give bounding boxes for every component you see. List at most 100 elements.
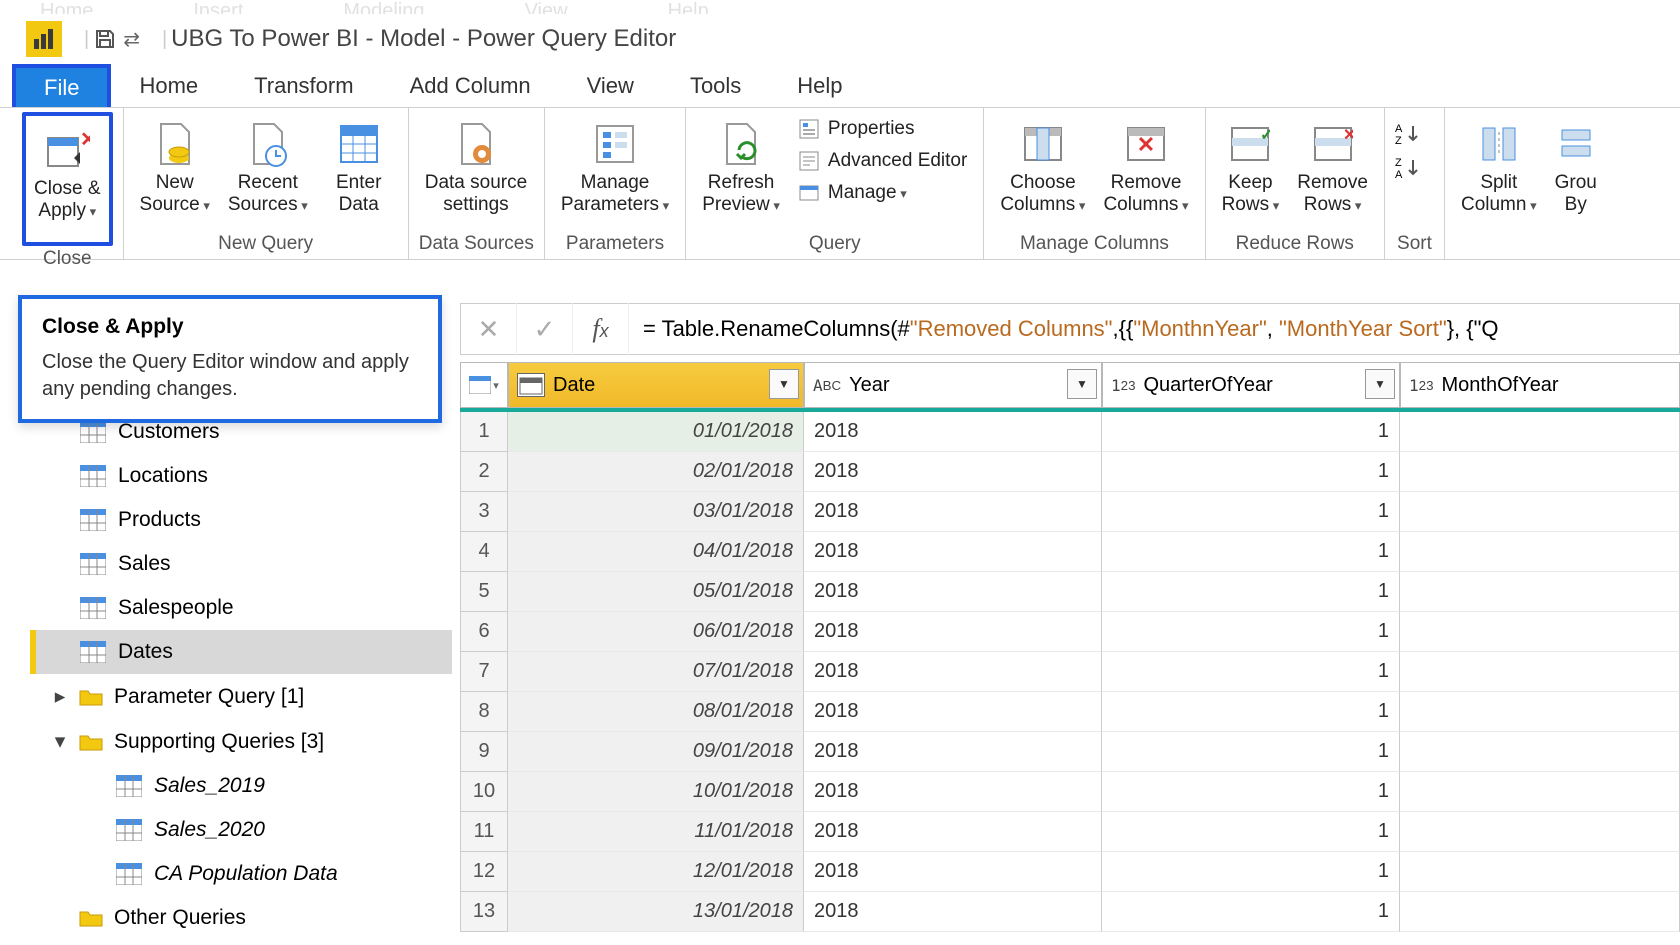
data-grid: ▾ Date ▼ ABC Year ▼ 123 QuarterOfYear ▼ … <box>460 362 1680 945</box>
svg-text:✕: ✕ <box>80 130 90 151</box>
split-column-button[interactable]: Split Column <box>1455 112 1543 220</box>
svg-text:A: A <box>1395 123 1403 135</box>
advanced-editor-icon <box>798 150 820 172</box>
query-item-sales_2019[interactable]: Sales_2019 <box>30 764 452 808</box>
table-row[interactable]: 13 13/01/2018 2018 1 <box>460 892 1680 932</box>
properties-button[interactable]: Properties <box>792 116 973 142</box>
svg-text:✓: ✓ <box>1260 127 1270 144</box>
tab-file[interactable]: File <box>12 64 111 107</box>
table-row[interactable]: 12 12/01/2018 2018 1 <box>460 852 1680 892</box>
column-filter-year[interactable]: ▼ <box>1067 369 1097 399</box>
query-item-locations[interactable]: Locations <box>30 454 452 498</box>
manage-icon <box>798 182 820 204</box>
query-item-salespeople[interactable]: Salespeople <box>30 586 452 630</box>
query-folder[interactable]: ▸Parameter Query [1] <box>30 674 452 719</box>
recent-sources-button[interactable]: Recent Sources <box>222 112 314 220</box>
table-row[interactable]: 3 03/01/2018 2018 1 <box>460 492 1680 532</box>
formula-cancel-button[interactable]: ✕ <box>461 303 517 355</box>
query-item-sales[interactable]: Sales <box>30 542 452 586</box>
tab-view[interactable]: View <box>559 64 662 107</box>
table-row[interactable]: 10 10/01/2018 2018 1 <box>460 772 1680 812</box>
formula-bar: ✕ ✓ fx = Table.RenameColumns(#"Removed C… <box>460 303 1680 355</box>
formula-commit-button[interactable]: ✓ <box>517 303 573 355</box>
manage-parameters-button[interactable]: Manage Parameters <box>555 112 675 220</box>
group-by-button[interactable]: Grou By <box>1549 112 1603 220</box>
quick-access-dropdown[interactable]: ⇄ <box>123 27 140 52</box>
sort-descending-button[interactable]: ZA <box>1395 156 1423 180</box>
refresh-preview-button[interactable]: Refresh Preview <box>696 112 786 220</box>
properties-icon <box>798 118 820 140</box>
table-row[interactable]: 7 07/01/2018 2018 1 <box>460 652 1680 692</box>
column-header-year[interactable]: ABC Year ▼ <box>804 362 1102 408</box>
recent-sources-icon <box>246 116 290 172</box>
table-row[interactable]: 6 06/01/2018 2018 1 <box>460 612 1680 652</box>
choose-columns-button[interactable]: Choose Columns <box>994 112 1091 220</box>
svg-text:Z: Z <box>1395 157 1402 169</box>
table-row[interactable]: 8 08/01/2018 2018 1 <box>460 692 1680 732</box>
remove-rows-icon: ✕ <box>1313 116 1353 172</box>
upper-menu-faded: HomeInsertModelingViewHelp <box>0 0 1680 14</box>
keep-rows-button[interactable]: ✓ Keep Rows <box>1216 112 1286 220</box>
data-source-settings-button[interactable]: Data source settings <box>419 112 533 220</box>
query-folder[interactable]: ▾Supporting Queries [3] <box>30 719 452 764</box>
table-row[interactable]: 11 11/01/2018 2018 1 <box>460 812 1680 852</box>
svg-text:✕: ✕ <box>1343 127 1353 144</box>
sort-ascending-button[interactable]: AZ <box>1395 122 1423 146</box>
table-row[interactable]: 5 05/01/2018 2018 1 <box>460 572 1680 612</box>
column-header-month[interactable]: 123 MonthOfYear <box>1400 362 1680 408</box>
tab-home[interactable]: Home <box>111 64 226 107</box>
table-row[interactable]: 9 09/01/2018 2018 1 <box>460 732 1680 772</box>
query-item-sales_2020[interactable]: Sales_2020 <box>30 808 452 852</box>
number-type-icon: 123 <box>1409 376 1433 395</box>
tab-transform[interactable]: Transform <box>226 64 381 107</box>
queries-panel: CustomersLocationsProductsSalesSalespeop… <box>30 410 452 940</box>
table-row[interactable]: 2 02/01/2018 2018 1 <box>460 452 1680 492</box>
remove-rows-button[interactable]: ✕ Remove Rows <box>1291 112 1374 220</box>
power-bi-icon <box>26 21 62 57</box>
close-apply-icon: ✕ <box>44 122 90 178</box>
tab-help[interactable]: Help <box>769 64 870 107</box>
enter-data-icon <box>339 116 379 172</box>
column-filter-quarter[interactable]: ▼ <box>1365 369 1395 399</box>
svg-text:A: A <box>1395 169 1403 180</box>
refresh-preview-icon <box>719 116 763 172</box>
close-apply-tooltip: Close & Apply Close the Query Editor win… <box>18 295 442 423</box>
table-row[interactable]: 1 01/01/2018 2018 1 <box>460 412 1680 452</box>
data-source-settings-icon <box>454 116 498 172</box>
split-column-icon <box>1477 116 1521 172</box>
new-source-button[interactable]: New Source <box>134 112 216 220</box>
save-icon[interactable] <box>93 27 117 51</box>
table-row[interactable]: 4 04/01/2018 2018 1 <box>460 532 1680 572</box>
query-item-ca population data[interactable]: CA Population Data <box>30 852 452 896</box>
new-source-icon <box>153 116 197 172</box>
column-header-quarter[interactable]: 123 QuarterOfYear ▼ <box>1102 362 1400 408</box>
table-icon-corner[interactable]: ▾ <box>460 362 508 408</box>
manage-parameters-icon <box>593 116 637 172</box>
formula-fx-button[interactable]: fx <box>573 303 629 355</box>
query-folder[interactable]: Other Queries <box>30 896 452 940</box>
enter-data-button[interactable]: Enter Data <box>320 112 398 220</box>
svg-text:Z: Z <box>1395 135 1402 146</box>
window-title: UBG To Power BI - Model - Power Query Ed… <box>171 25 676 53</box>
title-bar: | ⇄ | UBG To Power BI - Model - Power Qu… <box>0 14 1680 64</box>
text-type-icon: ABC <box>813 376 841 395</box>
query-item-dates[interactable]: Dates <box>30 630 452 674</box>
keep-rows-icon: ✓ <box>1230 116 1270 172</box>
remove-columns-button[interactable]: ✕ Remove Columns <box>1097 112 1194 220</box>
svg-text:✕: ✕ <box>1137 132 1155 157</box>
number-type-icon: 123 <box>1111 376 1135 395</box>
advanced-editor-button[interactable]: Advanced Editor <box>792 148 973 174</box>
formula-text[interactable]: = Table.RenameColumns(#"Removed Columns"… <box>629 316 1679 342</box>
manage-button[interactable]: Manage <box>792 180 973 206</box>
group-by-icon <box>1558 116 1594 172</box>
ribbon: ✕ Close & Apply Close New Source <box>0 108 1680 260</box>
query-item-products[interactable]: Products <box>30 498 452 542</box>
close-and-apply-button[interactable]: ✕ Close & Apply <box>28 118 107 226</box>
remove-columns-icon: ✕ <box>1124 116 1168 172</box>
column-header-date[interactable]: Date ▼ <box>508 362 804 408</box>
date-type-icon <box>517 373 545 397</box>
tab-add-column[interactable]: Add Column <box>382 64 559 107</box>
column-filter-date[interactable]: ▼ <box>769 369 799 399</box>
choose-columns-icon <box>1021 116 1065 172</box>
tab-tools[interactable]: Tools <box>662 64 769 107</box>
